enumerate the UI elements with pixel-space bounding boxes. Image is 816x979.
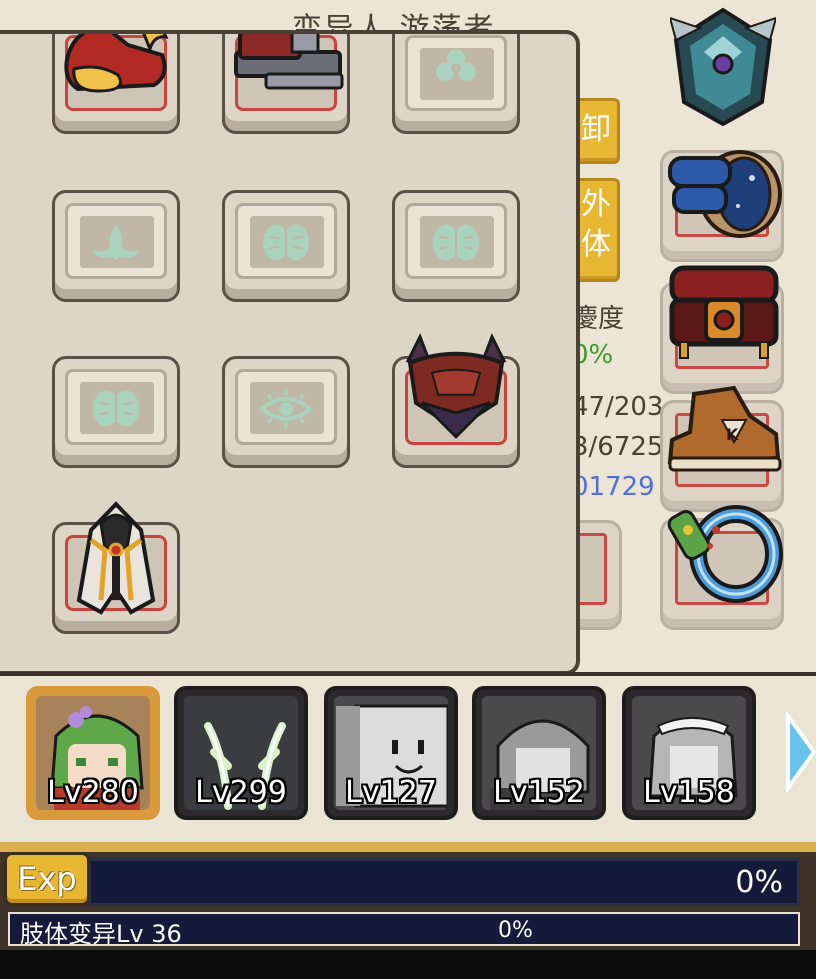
external-body-label: 外体 bbox=[581, 187, 611, 262]
hooded-cloak-icon bbox=[76, 501, 156, 615]
belt-icon bbox=[666, 262, 782, 366]
bracer-icon bbox=[666, 142, 784, 242]
unequip-label: 卸 bbox=[581, 112, 611, 147]
character-level: Lv127 bbox=[345, 775, 437, 810]
inventory-panel bbox=[0, 30, 580, 675]
inventory-slot-8[interactable] bbox=[222, 356, 350, 468]
inventory-slot-1[interactable] bbox=[52, 34, 180, 134]
inventory-slot-6[interactable] bbox=[392, 190, 520, 302]
stat-value-1: 47/203 bbox=[572, 392, 664, 422]
inventory-slot-4[interactable] bbox=[52, 190, 180, 302]
exp-percent: 0% bbox=[735, 865, 783, 900]
character-portrait-2[interactable]: Lv299 bbox=[174, 686, 308, 820]
limb-mutation-label: 肢体变异Lv 36 bbox=[20, 920, 182, 948]
brain-glyph-icon bbox=[93, 390, 139, 427]
red-fox-boots-icon bbox=[64, 34, 169, 93]
character-level: Lv158 bbox=[643, 775, 735, 810]
exp-progress-bar: 0% bbox=[88, 858, 800, 906]
brain-glyph-icon bbox=[263, 224, 309, 261]
crest-emblem-icon[interactable] bbox=[668, 6, 778, 127]
eye-glyph-icon bbox=[258, 388, 314, 429]
ring-icon bbox=[666, 500, 784, 604]
bottom-edge bbox=[0, 950, 816, 979]
demon-chest-armor-icon bbox=[405, 333, 507, 439]
inventory-slot-10[interactable] bbox=[52, 501, 180, 634]
character-portrait-1[interactable]: Lv280 bbox=[26, 686, 160, 820]
inventory-slot-9[interactable] bbox=[392, 333, 520, 468]
stat-value-2: 3/6725 bbox=[572, 432, 664, 462]
character-level: Lv152 bbox=[493, 775, 585, 810]
character-portrait-3[interactable]: Lv127 bbox=[324, 686, 458, 820]
limb-mutation-percent: 0% bbox=[498, 918, 533, 943]
sneaker-icon: K bbox=[664, 382, 784, 478]
organ-glyph-icon bbox=[436, 49, 476, 81]
exp-button[interactable]: Exp bbox=[4, 852, 90, 906]
stat-value-3: 01729 bbox=[572, 472, 655, 502]
inventory-slot-3[interactable] bbox=[392, 34, 520, 134]
brain-glyph-icon bbox=[433, 224, 479, 261]
limb-mutation-bar: 肢体变异Lv 36 0% bbox=[8, 912, 800, 948]
character-level: Lv299 bbox=[195, 775, 287, 810]
mech-gauntlet-icon bbox=[234, 34, 344, 90]
inventory-slot-5[interactable] bbox=[222, 190, 350, 302]
character-level: Lv280 bbox=[47, 775, 139, 810]
character-portrait-5[interactable]: Lv158 bbox=[622, 686, 756, 820]
next-character-arrow-icon[interactable] bbox=[784, 709, 816, 795]
tentacle-glyph-icon bbox=[92, 224, 140, 261]
svg-text:K: K bbox=[726, 425, 739, 444]
game-screen: 变异人 游荡者 卸 外体 慶度 0% 47/203 3/6725 01729 bbox=[0, 0, 816, 979]
character-portrait-4[interactable]: Lv152 bbox=[472, 686, 606, 820]
inventory-slot-7[interactable] bbox=[52, 356, 180, 468]
exp-button-label: Exp bbox=[17, 860, 77, 898]
inventory-slot-2[interactable] bbox=[222, 34, 350, 134]
